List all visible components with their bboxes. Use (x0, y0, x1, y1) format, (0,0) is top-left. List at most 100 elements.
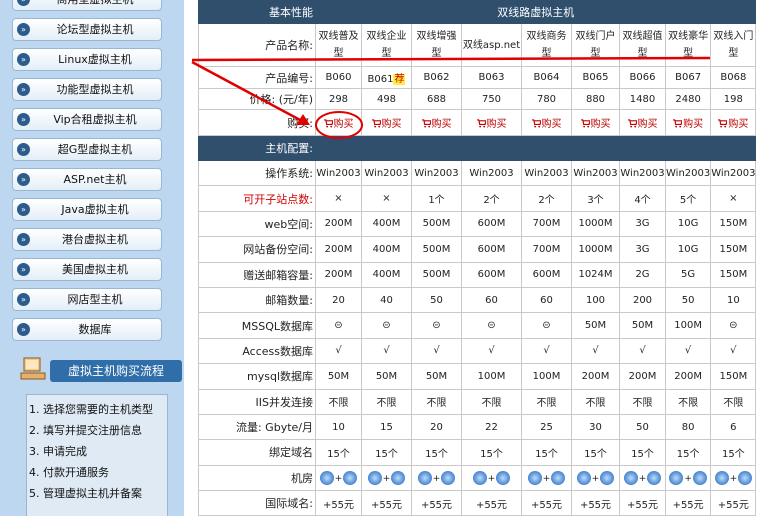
sidebar-item-function-host[interactable]: » 功能型虚拟主机 (12, 78, 162, 101)
feature-value-cell: 60 (461, 286, 522, 314)
buy-cell: 购买 (521, 109, 572, 136)
product-code-cell: B066 (619, 66, 666, 89)
sidebar-item-label: 美国虚拟主机 (62, 263, 128, 276)
feature-value-cell: 4个 (619, 185, 666, 212)
sidebar-item-us-host[interactable]: » 美国虚拟主机 (12, 258, 162, 281)
row-label: IIS并发连接 (198, 388, 316, 415)
feature-value-cell: 2个 (461, 185, 522, 212)
buy-button[interactable]: 购买 (627, 119, 658, 130)
feature-value-cell: 不限 (664, 388, 712, 415)
feature-value-cell: 不限 (315, 388, 362, 415)
product-code: B066 (629, 72, 656, 83)
feature-value-cell: ⊝ (461, 312, 522, 339)
buy-button[interactable]: 购买 (580, 119, 611, 130)
config-blank-cell (461, 135, 522, 161)
flow-step: 2. 填写并提交注册信息 (29, 424, 142, 437)
feature-value-cell: 22 (461, 413, 522, 441)
row-label: web空间: (198, 210, 316, 238)
feature-value-cell: 2G (619, 261, 666, 288)
sidebar-item-shop-host[interactable]: » 网店型主机 (12, 288, 162, 311)
feature-value-cell: 不限 (361, 388, 412, 415)
buy-button[interactable]: 购买 (718, 119, 748, 130)
purchase-flow-title: 虚拟主机购买流程 (50, 360, 182, 382)
buy-button[interactable]: 购买 (476, 119, 507, 130)
arrow-bullet-icon: » (17, 293, 30, 306)
product-code: B064 (533, 72, 560, 83)
sidebar-item-database[interactable]: » 数据库 (12, 318, 162, 341)
feature-value-cell: 600M (461, 210, 522, 238)
sidebar-item-linux-host[interactable]: » Linux虚拟主机 (12, 48, 162, 71)
product-code: B060 (325, 72, 352, 83)
buy-button[interactable]: 购买 (371, 119, 402, 130)
buy-label: 购买 (637, 119, 658, 130)
sidebar-item-label: 数据库 (78, 323, 112, 336)
feature-value-cell: 700M (521, 236, 572, 263)
feature-value-cell: +55元 (411, 490, 462, 516)
sidebar-item-aspnet-host[interactable]: » ASP.net主机 (12, 168, 162, 191)
price-cell: 198 (710, 88, 757, 110)
telecom-icon (623, 470, 638, 485)
product-name-cell: 双线普及型 (315, 23, 362, 67)
feature-value-cell: 400M (361, 210, 412, 238)
row-label: 国际域名: (198, 490, 316, 516)
buy-button[interactable]: 购买 (323, 119, 354, 130)
arrow-bullet-icon: » (17, 53, 30, 66)
feature-row: 操作系统: Win2003 Win2003 Win2003 Win2003 Win2003… (198, 159, 757, 187)
unicom-icon (600, 470, 615, 485)
unicom-icon (647, 470, 662, 485)
product-code: B065 (582, 72, 609, 83)
sidebar-item-superg-host[interactable]: » 超G型虚拟主机 (12, 138, 162, 161)
feature-value-cell: 700M (521, 210, 572, 238)
sidebar-item-vip-host[interactable]: » Vip合租虚拟主机 (12, 108, 162, 131)
product-name-cell: 双线企业型 (361, 23, 412, 67)
product-code: B061 (367, 74, 394, 85)
feature-value-cell: Win2003 (619, 159, 666, 187)
row-label: mysql数据库 (198, 363, 316, 390)
cart-icon (673, 119, 683, 128)
feature-value-cell: Win2003 (315, 159, 362, 187)
cart-icon (371, 119, 381, 128)
feature-value-cell: 100M (461, 363, 522, 390)
unicom-icon (391, 470, 406, 485)
cart-icon (323, 119, 333, 128)
feature-value-cell: +55元 (664, 490, 712, 516)
feature-row: 邮箱数量: 20 40 50 60 60 100 200 50 10 (198, 286, 757, 314)
product-code-row: 产品编号: B060 B061荐 B062 B063 B064 B065 B066 B067 B0… (198, 66, 757, 89)
buy-button[interactable]: 购买 (421, 119, 452, 130)
feature-value-cell: 不限 (710, 388, 757, 415)
feature-value-cell: 15个 (619, 439, 666, 466)
sidebar-item-commercial-host[interactable]: »商用型虚拟主机 (12, 0, 162, 11)
feature-value-cell: 15个 (361, 439, 412, 466)
feature-row: web空间: 200M 400M 500M 600M 700M 1000M 3G 10G 150M (198, 210, 757, 238)
feature-value-cell: 1000M (571, 236, 620, 263)
product-name-cell: 双线豪华型 (664, 23, 712, 67)
product-comparison-table: 基本性能 双线路虚拟主机 产品名称: 双线普及型 双线企业型 双线增强型 双线asp.net… (198, 0, 757, 516)
feature-value-cell: 600M (461, 261, 522, 288)
sidebar-item-forum-host[interactable]: » 论坛型虚拟主机 (12, 18, 162, 41)
feature-value-cell: 10 (315, 413, 362, 441)
feature-value-cell: Win2003 (664, 159, 712, 187)
feature-value-cell: ⊝ (361, 312, 412, 339)
product-name-cell: 双线增强型 (411, 23, 462, 67)
plus-sign: + (638, 473, 647, 484)
feature-value-cell: 200M (664, 363, 712, 390)
row-label: 网站备份空间: (198, 236, 316, 263)
feature-value-cell: × (710, 185, 757, 212)
sidebar: »商用型虚拟主机 »论坛型虚拟主机 »Linux虚拟主机 »功能型虚拟主机 »V… (0, 0, 184, 516)
feature-value-cell: 50 (619, 413, 666, 441)
feature-value-cell: × (361, 185, 412, 212)
feature-value-cell: 15个 (411, 439, 462, 466)
feature-value-cell: 不限 (521, 388, 572, 415)
buy-button[interactable]: 购买 (531, 119, 562, 130)
buy-button[interactable]: 购买 (673, 119, 703, 130)
row-label: 购买: (198, 109, 316, 136)
sidebar-item-hktw-host[interactable]: » 港台虚拟主机 (12, 228, 162, 251)
product-name-cell: 双线入门型 (710, 23, 757, 67)
feature-value-cell: Win2003 (571, 159, 620, 187)
sidebar-item-label: Java虚拟主机 (61, 203, 129, 216)
product-code-cell: B063 (461, 66, 522, 89)
product-code-cell: B062 (411, 66, 462, 89)
sidebar-item-java-host[interactable]: » Java虚拟主机 (12, 198, 162, 221)
plus-sign: + (729, 473, 738, 484)
buy-cell: 购买 (710, 109, 757, 136)
